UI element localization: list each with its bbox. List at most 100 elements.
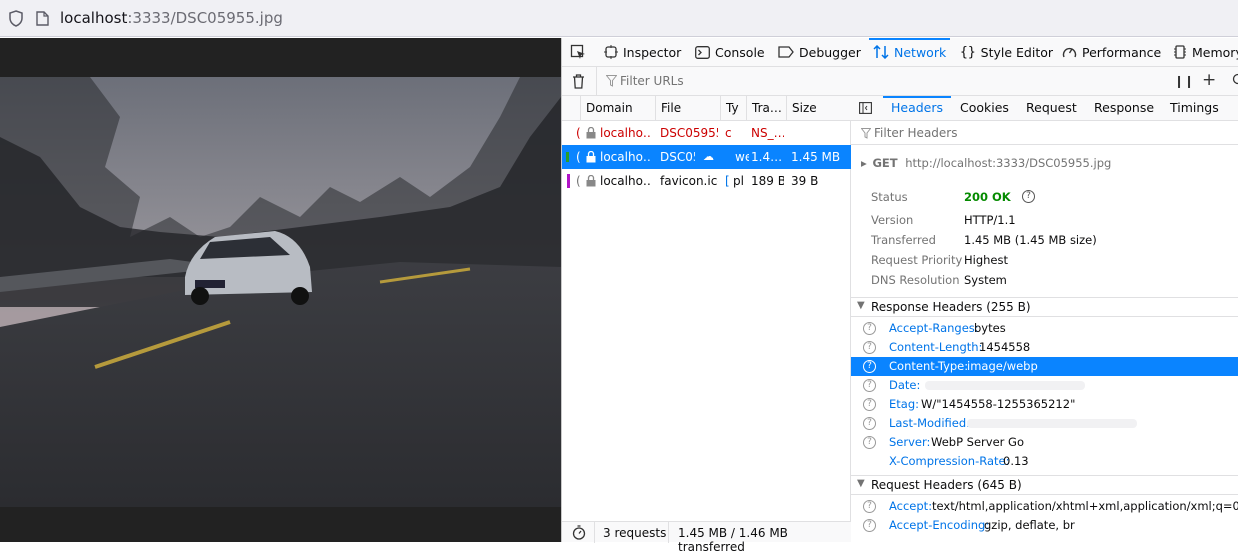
- url-bar[interactable]: localhost:3333/DSC05955.jpg: [0, 0, 1238, 37]
- tab-memory[interactable]: Memory: [1173, 38, 1238, 66]
- redacted-value: [967, 419, 1137, 428]
- filter-funnel-icon: [861, 128, 871, 142]
- header-name: Last-Modified:: [889, 416, 970, 430]
- tab-performance-label: Performance: [1082, 45, 1161, 60]
- help-icon[interactable]: ?: [863, 398, 876, 411]
- lock-icon: [586, 127, 596, 142]
- network-status-bar: 3 requests 1.45 MB / 1.46 MB transferred: [562, 521, 851, 542]
- summary-label-dns: DNS Resolution: [871, 273, 960, 287]
- domain-cell: localho…: [600, 169, 652, 193]
- column-status-header[interactable]: [562, 96, 580, 120]
- transferred-cell: 1.4…: [751, 145, 784, 169]
- header-name: Content-Length:: [889, 340, 982, 354]
- help-icon[interactable]: ?: [863, 341, 876, 354]
- toggle-sidebar-icon[interactable]: [859, 102, 872, 117]
- help-icon[interactable]: ?: [863, 436, 876, 449]
- column-domain-header[interactable]: Domain: [580, 96, 655, 120]
- tab-cookies[interactable]: Cookies: [960, 96, 1009, 120]
- tab-performance[interactable]: Performance: [1062, 38, 1161, 66]
- style-editor-icon: {}: [960, 45, 976, 60]
- column-size-header[interactable]: Size: [786, 96, 851, 120]
- size-cell: [791, 121, 849, 145]
- pause-icon[interactable]: ❙❙: [1174, 74, 1194, 88]
- initiator-link[interactable]: [: [725, 169, 730, 193]
- header-row-selected[interactable]: ? Content-Type: image/webp: [851, 357, 1238, 376]
- address-text[interactable]: localhost:3333/DSC05955.jpg: [60, 8, 283, 28]
- request-method: GET: [872, 156, 897, 170]
- element-picker-button[interactable]: [570, 38, 586, 66]
- tab-network-label: Network: [894, 45, 946, 60]
- tab-console[interactable]: Console: [695, 38, 765, 66]
- request-list: Domain File Ty Tra… Size ( localho… DSC0…: [562, 96, 851, 521]
- toolbar-divider: [596, 67, 597, 96]
- filter-headers-bar: Filter Headers: [851, 121, 1238, 145]
- request-summary-line[interactable]: ▸ GET http://localhost:3333/DSC05955.jpg: [861, 156, 1111, 170]
- collapse-triangle-icon: ▼: [857, 478, 865, 489]
- lock-icon: [586, 151, 596, 166]
- image-preview-icon: ☁: [703, 145, 719, 169]
- url-path: :3333/DSC05955.jpg: [127, 9, 283, 27]
- header-row[interactable]: ? Last-Modified:: [851, 414, 1238, 433]
- tab-style-editor[interactable]: {} Style Editor: [960, 38, 1053, 66]
- help-icon[interactable]: ?: [863, 519, 876, 532]
- stopwatch-icon[interactable]: [572, 525, 586, 543]
- tab-debugger[interactable]: Debugger: [778, 38, 861, 66]
- request-list-header: Domain File Ty Tra… Size: [562, 96, 851, 121]
- header-row[interactable]: ? Server: WebP Server Go: [851, 433, 1238, 452]
- filter-urls-input[interactable]: Filter URLs: [620, 74, 684, 88]
- header-row[interactable]: ? Accept: text/html,application/xhtml+xm…: [851, 497, 1238, 516]
- add-request-blocking-plus-icon[interactable]: +: [1202, 70, 1216, 90]
- status-help-icon[interactable]: ?: [1022, 190, 1035, 203]
- header-row[interactable]: ? Accept-Encoding: gzip, deflate, br: [851, 516, 1238, 535]
- header-row[interactable]: X-Compression-Rate: 0.13: [851, 452, 1238, 471]
- request-headers-section[interactable]: ▼ Request Headers (645 B): [851, 475, 1238, 495]
- redacted-value: [925, 381, 1085, 390]
- summary-value-transferred: 1.45 MB (1.45 MB size): [964, 233, 1097, 247]
- domain-cell: localho…: [600, 145, 652, 169]
- help-icon[interactable]: ?: [863, 500, 876, 513]
- tracking-protection-shield-icon[interactable]: [8, 10, 24, 30]
- request-row-selected[interactable]: ( localho… DSC05 ☁ we 1.4… 1.45 MB: [562, 145, 851, 169]
- devtools-tab-bar: Inspector Console Debugger Network {} St…: [562, 38, 1238, 67]
- request-url: http://localhost:3333/DSC05955.jpg: [905, 156, 1111, 170]
- inspector-icon: [604, 45, 618, 59]
- search-icon[interactable]: [1230, 73, 1238, 90]
- summary-label-priority: Request Priority: [871, 253, 962, 267]
- response-headers-section[interactable]: ▼ Response Headers (255 B): [851, 297, 1238, 317]
- tab-inspector[interactable]: Inspector: [604, 38, 681, 66]
- help-icon[interactable]: ?: [863, 322, 876, 335]
- type-cell: c: [725, 121, 743, 145]
- column-type-header[interactable]: Ty: [720, 96, 746, 120]
- summary-value-priority: Highest: [964, 253, 1008, 267]
- header-value: bytes: [974, 321, 1006, 335]
- filter-headers-input[interactable]: Filter Headers: [874, 126, 957, 140]
- header-row[interactable]: ? Accept-Ranges: bytes: [851, 319, 1238, 338]
- request-row[interactable]: ( localho… favicon.ico [ pl 189 B 39 B: [562, 169, 851, 193]
- console-icon: [695, 46, 710, 59]
- tab-network[interactable]: Network: [873, 38, 946, 66]
- summary-label-version: Version: [871, 213, 913, 227]
- element-picker-icon: [570, 44, 586, 60]
- tab-timings[interactable]: Timings: [1170, 96, 1219, 120]
- help-icon[interactable]: ?: [863, 360, 876, 373]
- column-transferred-header[interactable]: Tra…: [746, 96, 786, 120]
- tab-headers[interactable]: Headers: [891, 96, 943, 120]
- clear-requests-trash-icon[interactable]: [572, 74, 585, 92]
- response-headers-title: Response Headers (255 B): [871, 300, 1031, 314]
- transferred-cell: 189 B: [751, 169, 784, 193]
- tab-response[interactable]: Response: [1094, 96, 1154, 120]
- image-viewer: [0, 38, 561, 542]
- transferred-cell: NS_…: [751, 121, 784, 145]
- file-cell: favicon.ico: [660, 169, 718, 193]
- header-row[interactable]: ? Date:: [851, 376, 1238, 395]
- column-file-header[interactable]: File: [655, 96, 720, 120]
- tab-inspector-label: Inspector: [623, 45, 681, 60]
- tab-request[interactable]: Request: [1026, 96, 1077, 120]
- header-row[interactable]: ? Content-Length: 1454558: [851, 338, 1238, 357]
- help-icon[interactable]: ?: [863, 417, 876, 430]
- help-icon[interactable]: ?: [863, 379, 876, 392]
- header-value: 0.13: [1003, 454, 1029, 468]
- request-row[interactable]: ( localho… DSC05955.j c NS_…: [562, 121, 851, 145]
- header-row[interactable]: ? Etag: W/"1454558-1255365212": [851, 395, 1238, 414]
- header-name: X-Compression-Rate:: [889, 454, 1009, 468]
